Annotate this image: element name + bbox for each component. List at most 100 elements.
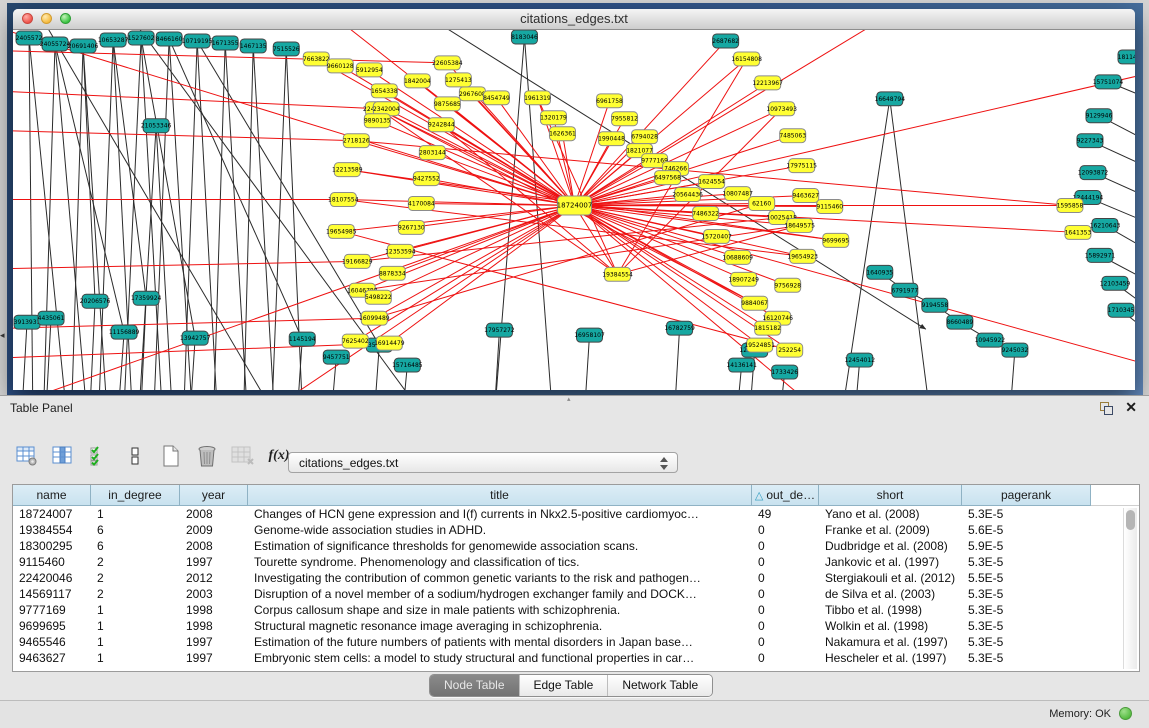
graph-edge[interactable]	[83, 46, 108, 390]
graph-node[interactable]: 20691406	[68, 39, 99, 53]
graph-node[interactable]: 16099489	[359, 311, 390, 325]
graph-node[interactable]: 13942757	[180, 331, 211, 345]
table-settings-button[interactable]	[14, 443, 40, 469]
graph-edge[interactable]	[83, 46, 95, 301]
column-header-pagerank[interactable]: pagerank	[962, 485, 1091, 506]
cell-short[interactable]: Tibbo et al. (1998)	[819, 602, 962, 618]
column-header-short[interactable]: short	[819, 485, 962, 506]
graph-node[interactable]: 19384554	[602, 267, 633, 281]
graph-node[interactable]: 9129946	[1086, 109, 1113, 123]
graph-node[interactable]: 1990448	[598, 132, 625, 146]
graph-node[interactable]: 20206576	[80, 294, 111, 308]
graph-hub-node[interactable]: 18724007	[557, 196, 593, 215]
graph-node[interactable]: 9884067	[741, 296, 768, 310]
graph-node[interactable]: 19654923	[787, 249, 818, 263]
cell-in_degree[interactable]: 1	[91, 618, 180, 634]
graph-node[interactable]: 6497568	[654, 171, 681, 185]
cell-pagerank[interactable]: 5.3E-5	[962, 618, 1091, 634]
cell-name[interactable]: 9699695	[13, 618, 91, 634]
cell-out_degree[interactable]: 0	[752, 634, 819, 650]
graph-edge[interactable]	[29, 38, 68, 390]
cell-title[interactable]: Investigating the contribution of common…	[248, 570, 752, 586]
graph-node[interactable]: 6961758	[596, 94, 623, 108]
cell-in_degree[interactable]: 6	[91, 538, 180, 554]
cell-year[interactable]: 2003	[180, 586, 248, 602]
graph-edge[interactable]	[400, 206, 574, 252]
graph-node[interactable]: 9242844	[428, 118, 455, 132]
column-header-name[interactable]: name	[13, 485, 91, 506]
graph-node[interactable]: 10945922	[975, 333, 1006, 347]
graph-edge[interactable]	[253, 46, 275, 390]
graph-node[interactable]: 9457751	[323, 350, 350, 364]
graph-node[interactable]: 1320179	[540, 111, 567, 125]
cell-in_degree[interactable]: 6	[91, 522, 180, 538]
graph-node[interactable]: 10653287	[98, 33, 129, 47]
table-row[interactable]: 911546021997Tourette syndrome. Phenomeno…	[13, 554, 1123, 570]
graph-node[interactable]: 19654985	[326, 224, 357, 238]
cell-title[interactable]: Changes of HCN gene expression and I(f) …	[248, 506, 752, 522]
float-panel-icon[interactable]	[1100, 402, 1113, 415]
graph-node[interactable]: 15716485	[392, 358, 423, 372]
cell-title[interactable]: Tourette syndrome. Phenomenology and cla…	[248, 554, 752, 570]
graph-node[interactable]: 5498222	[365, 290, 392, 304]
cell-pagerank[interactable]: 5.3E-5	[962, 634, 1091, 650]
table-vertical-scrollbar[interactable]	[1123, 508, 1137, 669]
graph-node[interactable]: 6794028	[631, 130, 658, 144]
cell-pagerank[interactable]: 5.3E-5	[962, 602, 1091, 618]
cell-name[interactable]: 9777169	[13, 602, 91, 618]
graph-edge[interactable]	[225, 43, 248, 390]
graph-node[interactable]: 252254	[777, 343, 803, 357]
graph-node[interactable]: 9427552	[413, 172, 440, 186]
table-row[interactable]: 1830029562008Estimation of significance …	[13, 538, 1123, 554]
graph-edge[interactable]	[21, 322, 27, 390]
graph-edge[interactable]	[575, 70, 1135, 206]
scrollbar-thumb[interactable]	[1126, 510, 1135, 530]
column-header-year[interactable]: year	[180, 485, 248, 506]
graph-node[interactable]: 10973493	[766, 102, 797, 116]
graph-node[interactable]: 9267130	[398, 220, 425, 234]
close-panel-icon[interactable]: ✕	[1125, 399, 1137, 416]
graph-node[interactable]: 12213589	[332, 163, 363, 177]
cell-out_degree[interactable]: 0	[752, 554, 819, 570]
graph-node[interactable]: 17957272	[484, 323, 515, 337]
graph-node[interactable]: 11156889	[109, 325, 140, 339]
graph-node[interactable]: 2803144	[419, 146, 446, 160]
show-column-button[interactable]	[50, 443, 76, 469]
graph-node[interactable]: 9227343	[1077, 134, 1104, 148]
cell-name[interactable]: 9465546	[13, 634, 91, 650]
table-selector-dropdown[interactable]: citations_edges.txt	[288, 452, 678, 473]
cell-name[interactable]: 22420046	[13, 570, 91, 586]
graph-edge[interactable]	[377, 121, 574, 206]
graph-node[interactable]: 12093872	[1078, 166, 1109, 180]
graph-node[interactable]: 19524851	[744, 338, 775, 352]
graph-node[interactable]: 22605384	[432, 56, 463, 70]
cell-year[interactable]: 2008	[180, 506, 248, 522]
graph-node[interactable]: 16648794	[875, 92, 906, 106]
graph-edge[interactable]	[29, 38, 33, 390]
graph-node[interactable]: 1595858	[1057, 199, 1084, 213]
cell-year[interactable]: 1997	[180, 634, 248, 650]
graph-node[interactable]: 10807487	[722, 187, 753, 201]
graph-node[interactable]: 1640935	[866, 265, 893, 279]
cell-name[interactable]: 19384554	[13, 522, 91, 538]
graph-node[interactable]: 1624554	[698, 175, 725, 189]
graph-node[interactable]: 1671355	[212, 36, 239, 50]
graph-node[interactable]: 7515526	[273, 42, 300, 56]
cell-title[interactable]: Estimation of the future numbers of pati…	[248, 634, 752, 650]
cell-title[interactable]: Embryonic stem cells: a model to study s…	[248, 650, 752, 666]
graph-edge[interactable]	[13, 130, 356, 141]
table-row[interactable]: 946362711997Embryonic stem cells: a mode…	[13, 650, 1123, 666]
graph-node[interactable]: 12454012	[844, 353, 875, 367]
graph-node[interactable]: 9245032	[1002, 343, 1029, 357]
tab-node-table[interactable]: Node Table	[430, 675, 520, 696]
cell-in_degree[interactable]: 1	[91, 634, 180, 650]
graph-edge[interactable]	[169, 39, 302, 339]
cell-in_degree[interactable]: 2	[91, 554, 180, 570]
graph-edge[interactable]	[890, 99, 932, 390]
graph-node[interactable]: 1275413	[445, 73, 472, 87]
select-attributes-button[interactable]	[86, 443, 112, 469]
cell-title[interactable]: Disruption of a novel member of a sodium…	[248, 586, 752, 602]
cell-short[interactable]: de Silva et al. (2003)	[819, 586, 962, 602]
graph-node[interactable]: 2718126	[343, 134, 370, 148]
cell-short[interactable]: Hescheler et al. (1997)	[819, 650, 962, 666]
